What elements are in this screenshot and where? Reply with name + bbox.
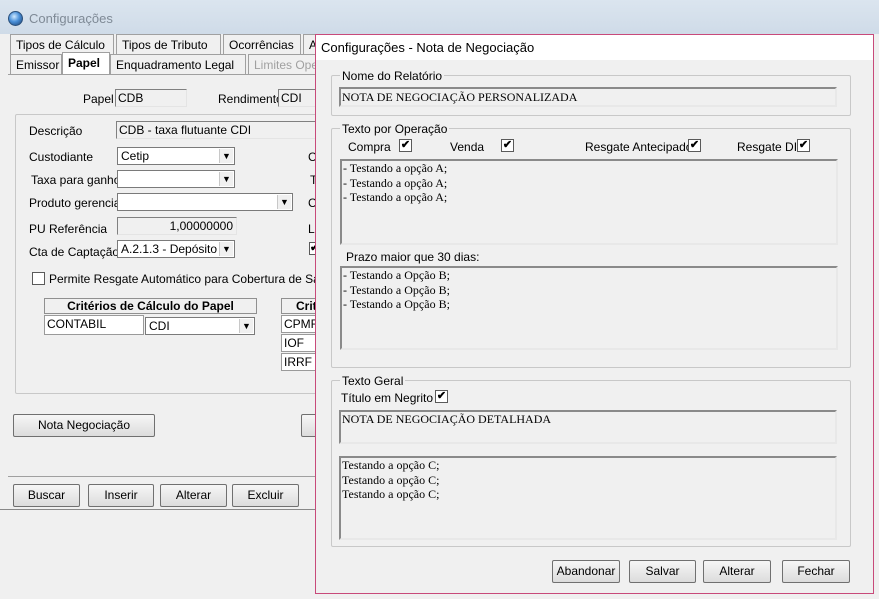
texto-operacao-legend: Texto por Operação — [340, 122, 450, 136]
rendimento-field[interactable]: CDI — [278, 89, 318, 107]
divider — [8, 476, 326, 477]
custodiante-value: Cetip — [121, 149, 150, 163]
compra-label: Compra — [348, 140, 391, 154]
abandonar-button[interactable]: Abandonar — [552, 560, 620, 583]
tab-ocorrencias[interactable]: Ocorrências — [223, 34, 301, 54]
titulo-negrito-checkbox[interactable]: ✔ — [435, 390, 448, 403]
tab-emissor[interactable]: Emissor — [10, 54, 62, 74]
rendimento-label: Rendimento — [218, 92, 283, 106]
tab-tipos-de-calculo[interactable]: Tipos de Cálculo — [10, 34, 114, 54]
criterios-header: Critérios de Cálculo do Papel — [44, 298, 257, 314]
cta-label: Cta de Captação — [29, 245, 120, 259]
resgate-auto-label: Permite Resgate Automático para Cobertur… — [49, 272, 317, 286]
memo-line: - Testando a opção A; — [343, 175, 448, 190]
produto-select[interactable]: ▼ — [117, 193, 293, 211]
memo-line: - Testando a Opção B; — [343, 268, 450, 282]
venda-label: Venda — [450, 140, 485, 154]
chevron-down-icon[interactable]: ▼ — [277, 195, 291, 209]
papel-field[interactable]: CDB — [115, 89, 187, 107]
resgate-antecipado-label: Resgate Antecipado — [585, 140, 693, 154]
memo-line: Testando a opção C; — [342, 487, 440, 501]
inserir-button[interactable]: Inserir — [88, 484, 154, 507]
resgate-di-checkbox[interactable]: ✔ — [797, 139, 810, 152]
descricao-label: Descrição — [29, 124, 83, 138]
criterios-cdi-select[interactable]: CDI ▼ — [145, 317, 255, 335]
pu-field[interactable]: 1,00000000 — [117, 217, 237, 235]
custodiante-label: Custodiante — [29, 150, 94, 164]
nota-negociacao-button[interactable]: Nota Negociação — [13, 414, 155, 437]
texto-geral-legend: Texto Geral — [340, 374, 406, 388]
buscar-button[interactable]: Buscar — [13, 484, 80, 507]
chevron-down-icon[interactable]: ▼ — [219, 242, 233, 256]
resgate-di-label: Resgate DI — [737, 140, 798, 154]
custodiante-select[interactable]: Cetip ▼ — [117, 147, 235, 165]
resgate-antecipado-checkbox[interactable]: ✔ — [688, 139, 701, 152]
chevron-down-icon[interactable]: ▼ — [239, 319, 253, 333]
tab-enquadramento-legal[interactable]: Enquadramento Legal — [110, 54, 246, 74]
texto-c-memo[interactable]: Testando a opção C; Testando a opção C; … — [339, 456, 837, 540]
dialog-title: Configurações - Nota de Negociação — [321, 40, 535, 55]
salvar-button[interactable]: Salvar — [629, 560, 696, 583]
window-title: Configurações — [29, 11, 113, 26]
memo-line: - Testando a Opção B; — [343, 282, 450, 297]
chevron-down-icon[interactable]: ▼ — [219, 149, 233, 163]
descricao-field[interactable]: CDB - taxa flutuante CDI — [116, 121, 318, 139]
tab-limites-operacionais[interactable]: Limites Opera — [248, 54, 318, 74]
chevron-down-icon[interactable]: ▼ — [219, 172, 233, 186]
excluir-button[interactable]: Excluir — [232, 484, 299, 507]
tab-tipos-de-tributo[interactable]: Tipos de Tributo — [116, 34, 221, 54]
tributo-header: Crit — [281, 298, 319, 314]
venda-checkbox[interactable]: ✔ — [501, 139, 514, 152]
alterar-button[interactable]: Alterar — [160, 484, 227, 507]
papel-label: Papel — [83, 92, 114, 106]
main-titlebar: Configurações — [0, 0, 879, 34]
cta-select[interactable]: A.2.1.3 - Depósito a ▼ — [117, 240, 235, 258]
texto-b-memo[interactable]: - Testando a Opção B; - Testando a Opção… — [340, 266, 838, 350]
resgate-auto-checkbox[interactable] — [32, 272, 45, 285]
taxa-label: Taxa para ganho — [31, 173, 121, 187]
criterios-cell-contabil[interactable]: CONTABIL — [44, 315, 144, 335]
prazo-label: Prazo maior que 30 dias: — [346, 250, 480, 264]
taxa-select[interactable]: ▼ — [117, 170, 235, 188]
texto-a-memo[interactable]: - Testando a opção A; - Testando a opção… — [340, 159, 838, 245]
nota-negociacao-dialog: Configurações - Nota de Negociação Nome … — [315, 34, 874, 594]
memo-line: - Testando a opção A; — [343, 161, 448, 175]
dialog-titlebar: Configurações - Nota de Negociação — [316, 35, 873, 60]
pu-label: PU Referência — [29, 222, 108, 236]
fechar-button[interactable]: Fechar — [782, 560, 850, 583]
memo-line: - Testando a opção A; — [343, 190, 448, 204]
criterios-cdi-value: CDI — [149, 319, 170, 333]
memo-line: - Testando a Opção B; — [343, 297, 450, 311]
compra-checkbox[interactable]: ✔ — [399, 139, 412, 152]
produto-label: Produto gerencial — [29, 196, 124, 210]
app-icon — [8, 11, 23, 26]
tributo-row-iof[interactable]: IOF — [281, 334, 319, 352]
dialog-alterar-button[interactable]: Alterar — [703, 560, 771, 583]
nome-relatorio-legend: Nome do Relatório — [340, 69, 445, 83]
titulo-geral-field[interactable]: NOTA DE NEGOCIAÇÃO DETALHADA — [339, 410, 837, 444]
titulo-negrito-label: Título em Negrito — [341, 391, 434, 405]
memo-line: NOTA DE NEGOCIAÇÃO DETALHADA — [342, 412, 552, 426]
nome-relatorio-field[interactable]: NOTA DE NEGOCIAÇÃO PERSONALIZADA — [339, 87, 837, 107]
tab-papel[interactable]: Papel — [62, 52, 110, 74]
tributo-row-irrf[interactable]: IRRF — [281, 353, 319, 371]
bottom-divider — [0, 509, 326, 510]
memo-line: Testando a opção C; — [342, 472, 440, 487]
cta-value: A.2.1.3 - Depósito a — [121, 242, 228, 256]
memo-line: Testando a opção C; — [342, 458, 440, 472]
tributo-row-cpmf[interactable]: CPMF — [281, 315, 319, 333]
